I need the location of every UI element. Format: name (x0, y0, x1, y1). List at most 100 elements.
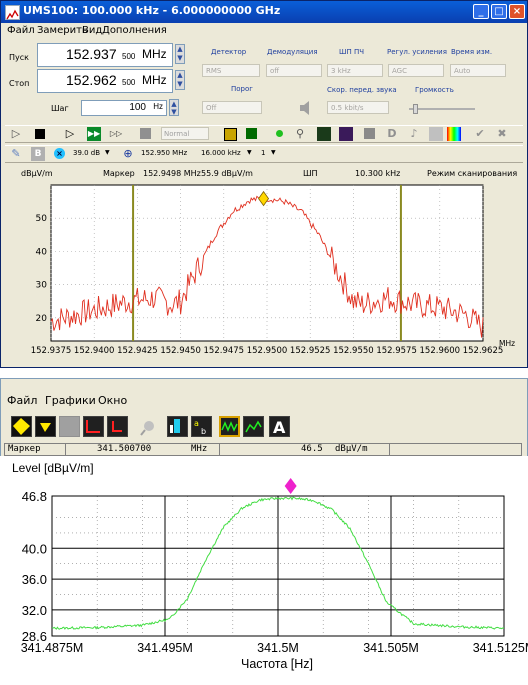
zoom-icon[interactable]: ⚲ (293, 127, 307, 141)
ab-icon[interactable]: ab (191, 416, 212, 437)
detector-field[interactable]: RMS (202, 64, 260, 77)
menu2-file[interactable]: Файл (7, 394, 37, 407)
red-graph-icon[interactable] (83, 416, 104, 437)
x-tick-label: 152.9450 (160, 346, 201, 356)
stop-frequency-sub: 500 (122, 78, 136, 87)
mode-field[interactable]: Normal (161, 127, 209, 140)
chip-icon[interactable] (245, 127, 259, 141)
y-tick-label: 30 (36, 281, 48, 291)
level-dropdown-arrow[interactable]: ▼ (105, 149, 110, 156)
cyan-bars-icon[interactable] (167, 416, 188, 437)
speaker-icon[interactable] (298, 100, 314, 116)
menu-extras[interactable]: Дополнения (102, 25, 167, 36)
span-value[interactable]: 16.000 kHz (201, 149, 241, 157)
menu-measure[interactable]: Замерить (37, 25, 88, 36)
x-tick-label: 152.9525 (290, 346, 331, 356)
y-tick-label: 20 (36, 314, 48, 324)
search-icon[interactable] (139, 419, 157, 437)
y-axis-label: Level [dBµV/m] (12, 461, 94, 475)
unit-label: dBµV/m (21, 169, 53, 178)
cancel-icon[interactable]: ✖ (495, 127, 509, 141)
text-a-icon[interactable]: A (269, 416, 290, 437)
green-wave-icon[interactable] (219, 416, 240, 437)
marker-max-icon[interactable] (11, 416, 32, 437)
playback-toolbar: ▷ ▷ ▶▶ ▷▷ Normal ⚲ D ♪ ✔ ✖ (5, 125, 523, 143)
d-icon[interactable]: D (385, 127, 399, 141)
stop-frequency-field[interactable]: 152.962 500 MHz (37, 69, 173, 93)
marker-x-icon[interactable]: × (53, 147, 67, 161)
spectrum-icon[interactable] (317, 127, 331, 141)
menu2-window[interactable]: Окно (98, 394, 127, 407)
step-value: 100 (129, 102, 146, 113)
span-dropdown-arrow[interactable]: ▼ (247, 149, 252, 156)
stop-icon[interactable] (33, 127, 47, 141)
start-frequency-field[interactable]: 152.937 500 MHz (37, 43, 173, 67)
spectrum-chart-1[interactable]: 152.9375 152.9400 152.9425 152.9450 152.9475… (5, 181, 523, 367)
edit-icon[interactable]: ✎ (9, 147, 23, 161)
meas-time-field[interactable]: Auto (450, 64, 506, 77)
b-icon[interactable]: B (31, 147, 45, 161)
marker-info-bar: Маркер 341.500700 MHz 46.5 dBµV/m (4, 443, 522, 456)
menu2-graphs[interactable]: Графики (45, 394, 96, 407)
y-tick-label: 50 (36, 214, 48, 224)
threshold-label: Порог (231, 85, 253, 93)
detector-label: Детектор (211, 48, 247, 56)
menu-bar-2: Файл Графики Окно (1, 379, 527, 409)
table-icon[interactable] (363, 127, 377, 141)
scan-forward-icon[interactable]: ▶▶ (87, 127, 101, 141)
volume-slider[interactable] (409, 104, 475, 114)
step-label: Шаг (51, 104, 69, 113)
scan-fast-icon[interactable]: ▷▷ (109, 127, 123, 141)
spectrum-window: UMS100: 100.000 kHz - 6.000000000 GHz _ … (0, 0, 528, 368)
gain-field[interactable]: AGC (388, 64, 444, 77)
step-spinner[interactable]: ▲ ▼ (169, 99, 179, 116)
start-frequency-spinner[interactable]: ▲ ▼ (175, 44, 185, 64)
step-field[interactable]: 100 Hz (81, 100, 167, 116)
audio-rate-field[interactable]: 0.5 kbit/s (327, 101, 389, 114)
center-freq-value[interactable]: 152.950 MHz (141, 149, 187, 157)
count-value[interactable]: 1 (261, 149, 265, 157)
marker-label: Маркер (103, 169, 135, 178)
x-tick-label: 152.9575 (376, 346, 417, 356)
y-tick-label: 36.0 (22, 572, 47, 587)
check-icon[interactable]: ✔ (473, 127, 487, 141)
spectrum-chart-2[interactable]: Level [dBµV/m]28.632.036.040.046.8341.48… (0, 456, 528, 685)
menu-bar: Файл Замерить Вид Дополнения (1, 23, 527, 39)
marker2-frequency-unit: MHz (191, 444, 208, 454)
menu-view[interactable]: Вид (82, 25, 102, 36)
music-icon[interactable]: ♪ (407, 127, 421, 141)
count-dropdown-arrow[interactable]: ▼ (271, 149, 276, 156)
marker-next-icon[interactable] (35, 416, 56, 437)
step-scan-icon[interactable]: ▷ (63, 127, 77, 141)
close-button[interactable]: × (509, 4, 525, 19)
y-tick-label: 40.0 (22, 541, 47, 556)
x-tick-label: 341.505M (363, 641, 419, 655)
disabled-icon (59, 416, 80, 437)
volume-label: Громкость (415, 86, 454, 94)
gain-label: Регул. усиления (387, 48, 447, 56)
play-icon[interactable]: ▷ (9, 127, 23, 141)
x-tick-label: 152.9500 (247, 346, 288, 356)
level-value[interactable]: 39.0 dB (73, 149, 100, 157)
if-bw-field[interactable]: 3 kHz (327, 64, 383, 77)
maximize-button[interactable]: □ (491, 4, 507, 19)
green-graph-icon[interactable] (243, 416, 264, 437)
minimize-button[interactable]: _ (473, 4, 489, 19)
y-tick-label: 46.8 (22, 489, 47, 504)
x-tick-label: 152.9425 (117, 346, 158, 356)
waterfall-icon[interactable] (339, 127, 353, 141)
volume-slider-thumb[interactable] (413, 104, 418, 114)
center-freq-icon[interactable]: ⊕ (121, 147, 135, 161)
record-icon[interactable] (223, 127, 237, 141)
threshold-field[interactable]: Off (202, 101, 262, 114)
stop-frequency-spinner[interactable]: ▲ ▼ (175, 70, 185, 90)
marker2-level: 46.5 (301, 444, 323, 454)
demod-field[interactable]: off (266, 64, 322, 77)
status-led-icon (273, 127, 287, 141)
menu-file[interactable]: Файл (7, 25, 35, 36)
red-marker-icon[interactable] (107, 416, 128, 437)
color-bar-icon[interactable] (447, 127, 461, 141)
save-icon[interactable] (139, 127, 153, 141)
scan-mode-label: Режим сканирования (427, 169, 518, 178)
level-icon[interactable] (429, 127, 443, 141)
